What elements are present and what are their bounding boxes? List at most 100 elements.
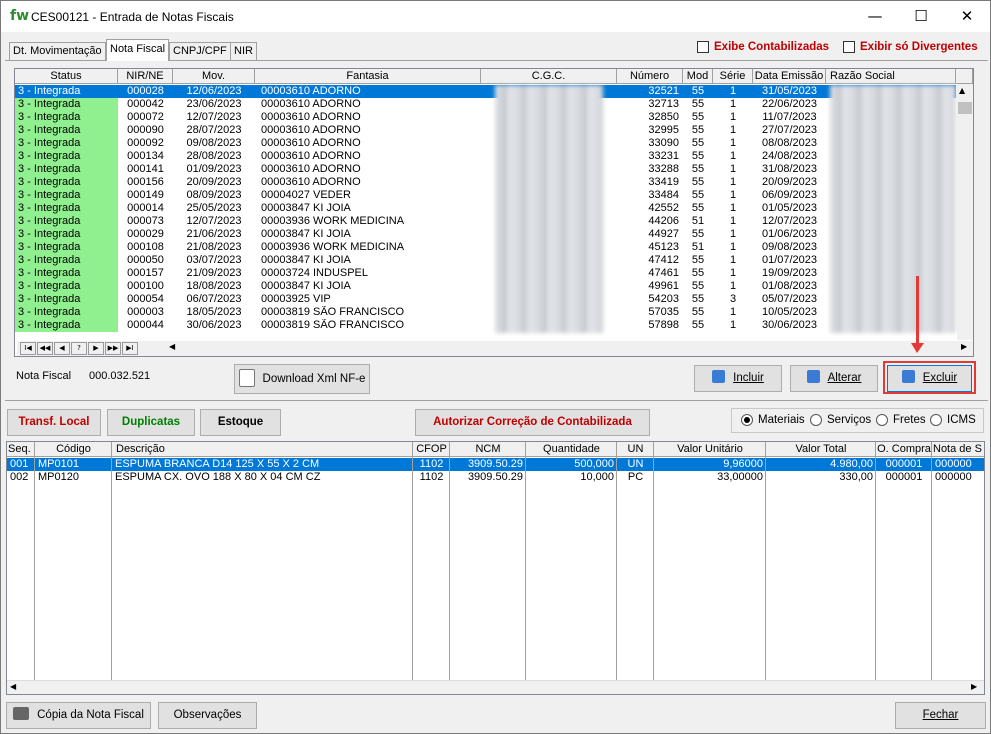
col-mov[interactable]: Mov. <box>173 69 255 84</box>
cell-descricao: ESPUMA CX. OVO 188 X 80 X 04 CM CZ <box>115 471 321 483</box>
cell-serie: 1 <box>729 176 737 188</box>
hscroll-right-icon[interactable]: ▶ <box>961 342 967 351</box>
fechar-button[interactable]: Fechar <box>895 702 986 729</box>
col-cgc[interactable]: C.G.C. <box>481 69 617 84</box>
nav-button-4[interactable]: ▶ <box>88 342 104 355</box>
col-valor-unitario[interactable]: Valor Unitário <box>654 442 766 457</box>
grid-row[interactable]: 3 - Integrada 000028 12/06/2023 00003610 AD… <box>15 85 956 98</box>
cell-serie: 1 <box>729 163 737 175</box>
minimize-button[interactable]: — <box>852 1 898 32</box>
grid-row[interactable]: 3 - Integrada 000044 30/06/2023 00003819 SÃ… <box>15 319 956 332</box>
copia-nota-button[interactable]: Cópia da Nota Fiscal <box>6 702 151 729</box>
radio-servicos[interactable] <box>810 414 822 426</box>
grid-row[interactable]: 3 - Integrada 000156 20/09/2023 00003610 AD… <box>15 176 956 189</box>
col-data-emissao[interactable]: Data Emissão <box>753 69 826 84</box>
grid-row[interactable]: 3 - Integrada 000090 28/07/2023 00003610 AD… <box>15 124 956 137</box>
alterar-button[interactable]: Alterar <box>790 365 878 392</box>
col-un[interactable]: UN <box>617 442 654 457</box>
cell-status: 3 - Integrada <box>15 267 118 280</box>
maximize-button[interactable]: ☐ <box>898 1 944 32</box>
grid-row[interactable]: 3 - Integrada 000050 03/07/2023 00003847 KI… <box>15 254 956 267</box>
radio-fretes[interactable] <box>876 414 888 426</box>
grid-row[interactable]: 3 - Integrada 000092 09/08/2023 00003610 AD… <box>15 137 956 150</box>
col-numero[interactable]: Número <box>617 69 683 84</box>
grid-vscrollbar[interactable]: ▲ <box>957 84 973 340</box>
itens-hscrollbar[interactable]: ◀ ▶ <box>7 680 984 694</box>
col-descricao[interactable]: Descrição <box>112 442 413 457</box>
col-cfop[interactable]: CFOP <box>413 442 450 457</box>
cell-data-emissao: 08/08/2023 <box>761 137 818 149</box>
nav-button-0[interactable]: I◀ <box>20 342 36 355</box>
grid-row[interactable]: 3 - Integrada 000100 18/08/2023 00003847 KI… <box>15 280 956 293</box>
col-quantidade[interactable]: Quantidade <box>526 442 617 457</box>
scroll-up-icon[interactable]: ▲ <box>959 86 965 95</box>
radio-materiais[interactable] <box>741 414 753 426</box>
grid-row[interactable]: 3 - Integrada 000072 12/07/2023 00003610 AD… <box>15 111 956 124</box>
grid-row[interactable]: 3 - Integrada 000141 01/09/2023 00003610 AD… <box>15 163 956 176</box>
tab-cnpj-cpf[interactable]: CNPJ/CPF <box>169 42 231 60</box>
nav-button-3[interactable]: ? <box>71 342 87 355</box>
grid-row[interactable]: 3 - Integrada 000149 08/09/2023 00004027 VE… <box>15 189 956 202</box>
grid-row[interactable]: 3 - Integrada 000029 21/06/2023 00003847 KI… <box>15 228 956 241</box>
scroll-left-icon[interactable]: ◀ <box>10 682 16 691</box>
grid-row[interactable]: 3 - Integrada 000157 21/09/2023 00003724 IN… <box>15 267 956 280</box>
col-mod[interactable]: Mod <box>683 69 713 84</box>
exibe-contabilizadas-checkbox[interactable] <box>697 41 709 53</box>
col-razao-social[interactable]: Razão Social <box>826 69 956 84</box>
col-valor-total[interactable]: Valor Total <box>766 442 876 457</box>
tab-nota-fiscal[interactable]: Nota Fiscal <box>106 39 170 61</box>
item-row[interactable]: 002 MP0120 ESPUMA CX. OVO 188 X 80 X 04 CM… <box>7 471 984 484</box>
itens-grid[interactable]: Seq. Código Descrição CFOP NCM Quantidade UN Va… <box>6 441 985 695</box>
grid-row[interactable]: 3 - Integrada 000054 06/07/2023 00003925 VI… <box>15 293 956 306</box>
nav-button-5[interactable]: ▶▶ <box>105 342 121 355</box>
col-status[interactable]: Status <box>15 69 118 84</box>
cell-cfop: 1102 <box>419 471 444 483</box>
download-xml-button[interactable]: Download Xml NF-e <box>234 364 370 394</box>
col-codigo[interactable]: Código <box>35 442 112 457</box>
col-nota-servico[interactable]: Nota de S <box>932 442 984 457</box>
col-serie[interactable]: Série <box>713 69 753 84</box>
cell-numero: 57035 <box>648 306 679 318</box>
notas-grid[interactable]: Status NIR/NE Mov. Fantasia C.G.C. Númer… <box>14 68 974 357</box>
autorizar-correcao-button[interactable]: Autorizar Correção de Contabilizada <box>415 409 650 436</box>
transf-local-button[interactable]: Transf. Local <box>7 409 101 436</box>
grid-row[interactable]: 3 - Integrada 000003 18/05/2023 00003819 SÃ… <box>15 306 956 319</box>
nav-button-2[interactable]: ◀ <box>54 342 70 355</box>
nav-button-1[interactable]: ◀◀ <box>37 342 53 355</box>
col-nir-ne[interactable]: NIR/NE <box>118 69 173 84</box>
grid-row[interactable]: 3 - Integrada 000014 25/05/2023 00003847 KI… <box>15 202 956 215</box>
col-ordem-compra[interactable]: O. Compra <box>876 442 932 457</box>
observacoes-button[interactable]: Observações <box>158 702 257 729</box>
hscroll-left-icon[interactable]: ◀ <box>169 342 175 351</box>
grid-row[interactable]: 3 - Integrada 000108 21/08/2023 00003936 WO… <box>15 241 956 254</box>
cell-mod: 55 <box>691 202 705 214</box>
cell-serie: 1 <box>729 254 737 266</box>
col-ncm[interactable]: NCM <box>450 442 526 457</box>
grid-row[interactable]: 3 - Integrada 000134 28/08/2023 00003610 AD… <box>15 150 956 163</box>
col-fantasia[interactable]: Fantasia <box>255 69 481 84</box>
nav-button-6[interactable]: ▶I <box>122 342 138 355</box>
col-seq[interactable]: Seq. <box>7 442 35 457</box>
cell-fantasia: 00003610 ADORNO <box>261 124 361 136</box>
tab-dt-movimentacao[interactable]: Dt. Movimentação <box>9 42 106 60</box>
grid-row[interactable]: 3 - Integrada 000042 23/06/2023 00003610 AD… <box>15 98 956 111</box>
radio-icms[interactable] <box>930 414 942 426</box>
cell-fantasia: 00003610 ADORNO <box>261 176 361 188</box>
grid-row[interactable]: 3 - Integrada 000073 12/07/2023 00003936 WO… <box>15 215 956 228</box>
duplicatas-button[interactable]: Duplicatas <box>107 409 195 436</box>
cell-valor-total: 330,00 <box>839 471 873 483</box>
incluir-button[interactable]: Incluir <box>694 365 782 392</box>
cell-mov: 21/08/2023 <box>186 241 242 253</box>
scroll-thumb[interactable] <box>958 102 972 114</box>
exibir-divergentes-checkbox[interactable] <box>843 41 855 53</box>
cell-serie: 1 <box>729 280 737 292</box>
estoque-button[interactable]: Estoque <box>200 409 281 436</box>
tab-nir[interactable]: NIR <box>230 42 257 60</box>
item-row[interactable]: 001 MP0101 ESPUMA BRANCA D14 125 X 55 X 2 … <box>7 458 984 471</box>
close-button[interactable]: ✕ <box>944 1 990 32</box>
cell-mov: 12/07/2023 <box>186 215 242 227</box>
cell-status: 3 - Integrada <box>15 124 118 137</box>
excluir-button[interactable]: Excluir <box>887 365 972 392</box>
cell-status: 3 - Integrada <box>15 85 118 98</box>
scroll-right-icon[interactable]: ▶ <box>971 682 977 691</box>
